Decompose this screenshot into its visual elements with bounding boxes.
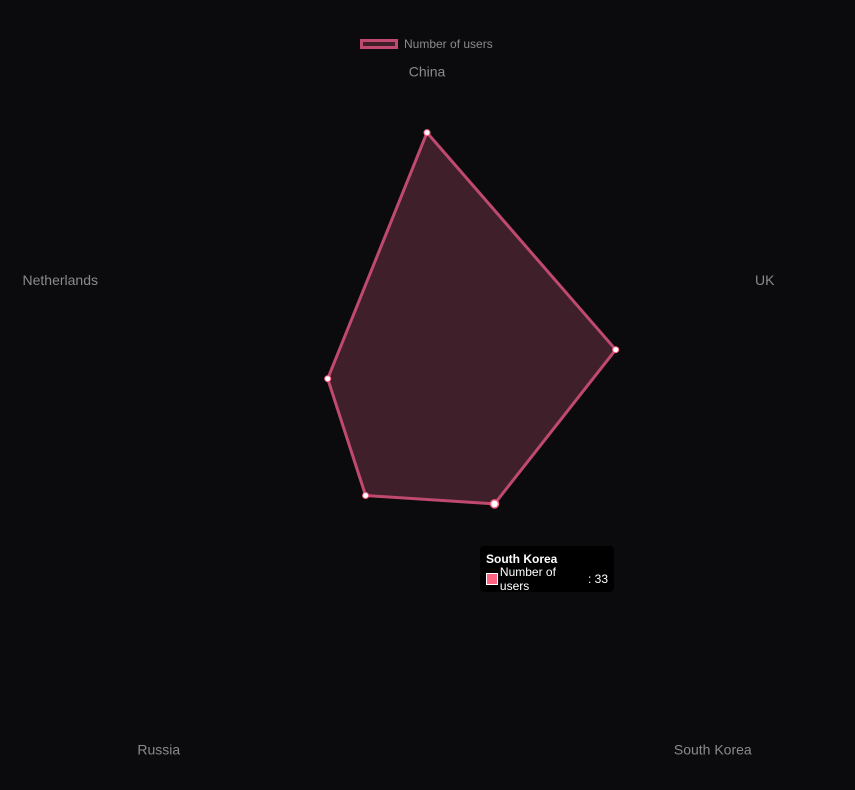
- tooltip-color-swatch: [486, 573, 498, 585]
- radar-plot-area: China UK South Korea Russia Netherlands: [23, 64, 776, 758]
- tooltip-separator: :: [587, 572, 595, 586]
- axis-label-south-korea: South Korea: [674, 741, 752, 757]
- chart-legend[interactable]: Number of users: [360, 36, 493, 52]
- data-point-russia[interactable]: [362, 492, 370, 499]
- axis-label-uk: UK: [755, 272, 775, 288]
- data-point-china[interactable]: [423, 129, 431, 137]
- axis-label-china: China: [409, 64, 446, 80]
- data-point-south-korea[interactable]: [489, 499, 500, 509]
- tooltip-value: 33: [594, 572, 608, 586]
- tooltip-body: Number of users : 33: [486, 565, 608, 593]
- data-point-netherlands[interactable]: [324, 375, 332, 383]
- series-area-number-of-users[interactable]: [326, 131, 618, 506]
- data-point-uk[interactable]: [612, 346, 620, 354]
- radar-chart: China UK South Korea Russia Netherlands Numb…: [0, 0, 855, 790]
- axis-label-netherlands: Netherlands: [23, 272, 99, 288]
- tooltip-label: Number of users: [499, 565, 556, 593]
- legend-label-number-of-users: Number of users: [404, 37, 493, 51]
- legend-swatch-number-of-users: [360, 39, 398, 49]
- data-tooltip: South Korea Number of users : 33: [480, 546, 614, 593]
- axis-label-russia: Russia: [137, 741, 180, 757]
